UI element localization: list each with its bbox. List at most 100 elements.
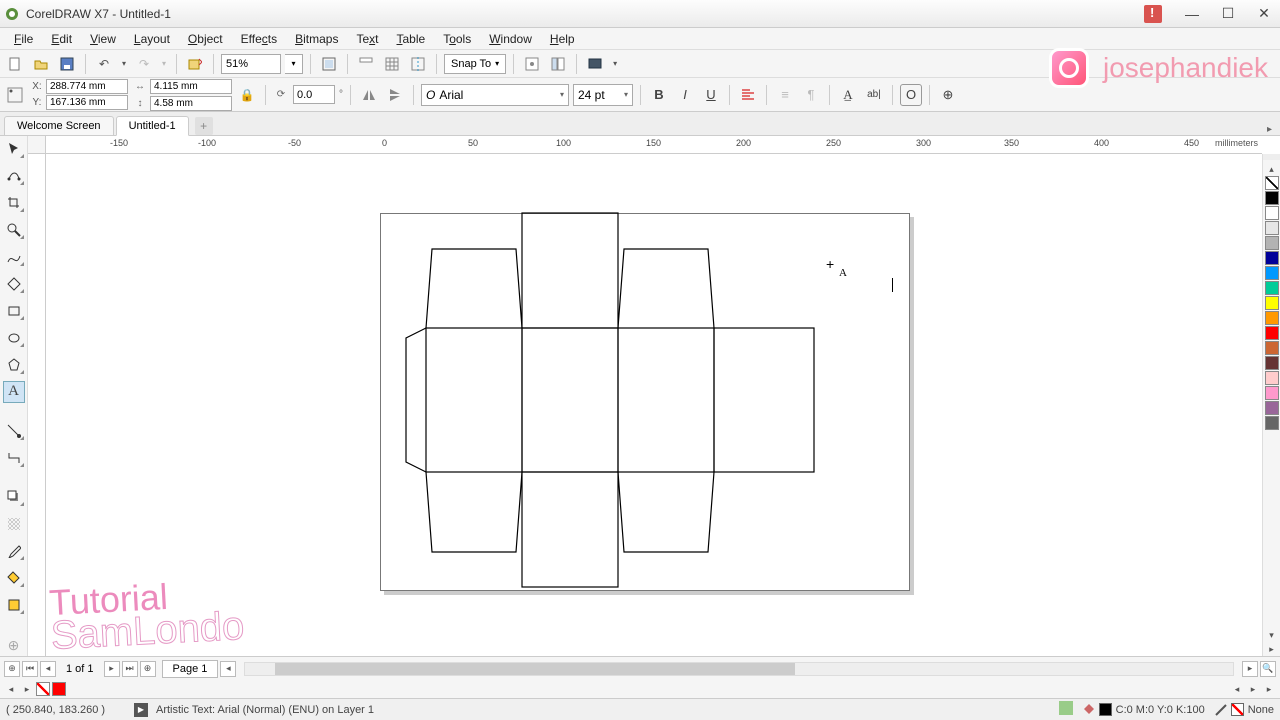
hscroll-thumb[interactable] bbox=[275, 663, 795, 675]
rotation-input[interactable] bbox=[293, 85, 335, 104]
menu-layout[interactable]: Layout bbox=[126, 30, 178, 48]
swatch-grey60[interactable] bbox=[1265, 416, 1279, 430]
swatch-purple[interactable] bbox=[1265, 401, 1279, 415]
show-grid-button[interactable] bbox=[381, 53, 403, 75]
width-input[interactable] bbox=[150, 79, 232, 94]
show-rulers-button[interactable] bbox=[355, 53, 377, 75]
menu-text[interactable]: Text bbox=[348, 30, 386, 48]
text-tool[interactable]: A bbox=[3, 381, 25, 402]
fill-tool[interactable] bbox=[3, 567, 25, 588]
alert-icon[interactable] bbox=[1144, 5, 1162, 23]
publish-dd[interactable]: ▾ bbox=[610, 53, 620, 75]
swatch-orange[interactable] bbox=[1265, 311, 1279, 325]
menu-view[interactable]: View bbox=[82, 30, 124, 48]
swatch-red[interactable] bbox=[1265, 326, 1279, 340]
publish-button[interactable] bbox=[584, 53, 606, 75]
menu-edit[interactable]: Edit bbox=[43, 30, 80, 48]
swatch-black[interactable] bbox=[1265, 191, 1279, 205]
pick-tool[interactable] bbox=[3, 138, 25, 159]
tabs-scroll-right[interactable]: ▸ bbox=[1263, 124, 1276, 135]
menu-file[interactable]: File bbox=[6, 30, 41, 48]
new-button[interactable] bbox=[4, 53, 26, 75]
doc-palette-menu[interactable]: ▸ bbox=[20, 682, 34, 696]
crop-tool[interactable] bbox=[3, 192, 25, 213]
dimension-tool[interactable] bbox=[3, 420, 25, 441]
doc-swatch-red[interactable] bbox=[52, 682, 66, 696]
shape-tool[interactable] bbox=[3, 165, 25, 186]
char-format-button[interactable]: A̲ bbox=[837, 84, 859, 106]
view-navigator-button[interactable]: 🔍 bbox=[1260, 661, 1276, 677]
canvas[interactable]: + A bbox=[46, 154, 1262, 656]
quick-customize[interactable]: ⊕ bbox=[3, 635, 25, 656]
hscroll-right[interactable]: ▸ bbox=[1242, 661, 1258, 677]
menu-effects[interactable]: Effects bbox=[233, 30, 285, 48]
italic-button[interactable]: I bbox=[674, 84, 696, 106]
snap-to-dropdown[interactable]: Snap To▾ bbox=[444, 54, 506, 74]
mirror-v-button[interactable] bbox=[384, 84, 406, 106]
maximize-button[interactable]: ☐ bbox=[1216, 5, 1240, 23]
fill-indicator[interactable]: C:0 M:0 Y:0 K:100 bbox=[1083, 703, 1205, 716]
interactive-button[interactable]: ⊕ bbox=[937, 84, 959, 106]
y-input[interactable] bbox=[46, 95, 128, 110]
doc-palette-left[interactable]: ◂ bbox=[4, 682, 18, 696]
new-tab-button[interactable]: + bbox=[195, 117, 213, 135]
undo-button[interactable]: ↶ bbox=[93, 53, 115, 75]
outline-tool[interactable] bbox=[3, 594, 25, 615]
zoom-dropdown[interactable]: ▾ bbox=[285, 54, 303, 74]
swatch-brown[interactable] bbox=[1265, 341, 1279, 355]
text-align-button[interactable] bbox=[737, 84, 759, 106]
doc-palette-scroll-left[interactable]: ◂ bbox=[1230, 682, 1244, 696]
last-page-button[interactable]: ⏭ bbox=[122, 661, 138, 677]
prev-page-button[interactable]: ◂ bbox=[40, 661, 56, 677]
swatch-rose[interactable] bbox=[1265, 386, 1279, 400]
underline-button[interactable]: U bbox=[700, 84, 722, 106]
swatch-teal[interactable] bbox=[1265, 281, 1279, 295]
smart-fill-tool[interactable] bbox=[3, 273, 25, 294]
zoom-level-input[interactable]: 51% bbox=[221, 54, 281, 74]
fullscreen-button[interactable] bbox=[318, 53, 340, 75]
swatch-yellow[interactable] bbox=[1265, 296, 1279, 310]
color-proof-icon[interactable] bbox=[1059, 701, 1073, 718]
redo-dd[interactable]: ▾ bbox=[159, 53, 169, 75]
outline-indicator[interactable]: None bbox=[1215, 703, 1274, 716]
ruler-origin[interactable] bbox=[28, 136, 46, 154]
eyedropper-tool[interactable] bbox=[3, 540, 25, 561]
mirror-h-button[interactable] bbox=[358, 84, 380, 106]
x-input[interactable] bbox=[46, 79, 128, 94]
swatch-grey10[interactable] bbox=[1265, 221, 1279, 235]
ellipse-tool[interactable] bbox=[3, 327, 25, 348]
swatch-darkbrown[interactable] bbox=[1265, 356, 1279, 370]
menu-help[interactable]: Help bbox=[542, 30, 583, 48]
menu-object[interactable]: Object bbox=[180, 30, 231, 48]
dropcap-button[interactable]: ¶ bbox=[800, 84, 822, 106]
add-page-after-button[interactable]: ⊕ bbox=[140, 661, 156, 677]
page-1-tab[interactable]: Page 1 bbox=[162, 660, 219, 678]
nocolor-swatch[interactable] bbox=[1265, 176, 1279, 190]
freehand-tool[interactable] bbox=[3, 246, 25, 267]
transparency-tool[interactable] bbox=[3, 513, 25, 534]
options-button[interactable] bbox=[521, 53, 543, 75]
menu-window[interactable]: Window bbox=[481, 30, 540, 48]
next-page-button[interactable]: ▸ bbox=[104, 661, 120, 677]
ruler-vertical[interactable] bbox=[28, 154, 46, 656]
swatch-white[interactable] bbox=[1265, 206, 1279, 220]
palette-flyout[interactable]: ▸ bbox=[1265, 642, 1279, 656]
add-page-button[interactable]: ⊕ bbox=[4, 661, 20, 677]
tab-welcome[interactable]: Welcome Screen bbox=[4, 116, 114, 135]
launcher-button[interactable] bbox=[547, 53, 569, 75]
dropshadow-tool[interactable] bbox=[3, 486, 25, 507]
height-input[interactable] bbox=[150, 96, 232, 111]
swatch-blue[interactable] bbox=[1265, 266, 1279, 280]
bold-button[interactable]: B bbox=[648, 84, 670, 106]
save-button[interactable] bbox=[56, 53, 78, 75]
horizontal-scrollbar[interactable] bbox=[244, 662, 1234, 676]
undo-dd[interactable]: ▾ bbox=[119, 53, 129, 75]
font-select[interactable]: OArial▾ bbox=[421, 84, 569, 106]
redo-button[interactable]: ↷ bbox=[133, 53, 155, 75]
doc-palette-scroll-right[interactable]: ▸ bbox=[1246, 682, 1260, 696]
ruler-horizontal[interactable]: millimeters -150 -100 -50 0 50 100 150 2… bbox=[46, 136, 1262, 154]
polygon-tool[interactable] bbox=[3, 354, 25, 375]
swatch-pink[interactable] bbox=[1265, 371, 1279, 385]
origin-button[interactable] bbox=[4, 84, 26, 106]
tab-untitled[interactable]: Untitled-1 bbox=[116, 116, 189, 136]
